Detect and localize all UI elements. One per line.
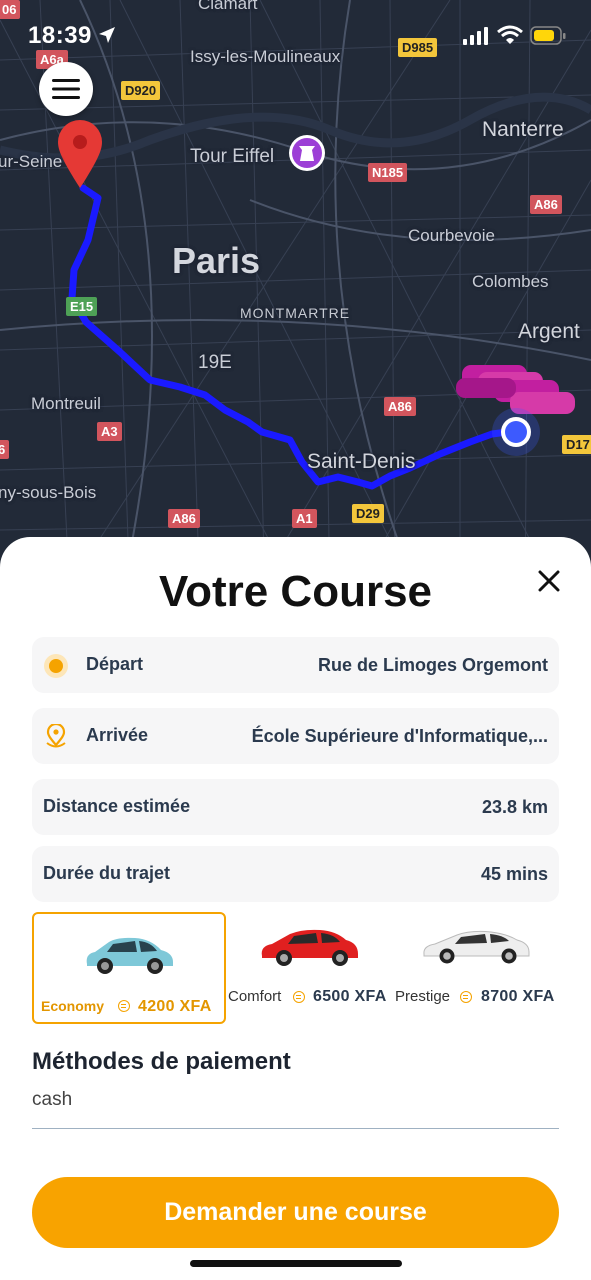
map-label-paris: Paris <box>172 240 261 281</box>
economy-car-icon <box>86 937 173 974</box>
road-shield: 6 <box>0 440 10 459</box>
road-shield: D29 <box>352 504 384 523</box>
map-view[interactable]: Clamart Issy-les-Moulineaux Nanterre Tou… <box>0 0 591 600</box>
payment-methods-title: Méthodes de paiement <box>32 1048 291 1075</box>
depart-label: Départ <box>86 654 144 674</box>
status-bar: 18:39 <box>0 0 591 70</box>
nearby-cars-icon <box>456 365 575 414</box>
close-button[interactable] <box>533 565 565 597</box>
map-label-bois: ny-sous-Bois <box>0 483 97 502</box>
wifi-icon <box>497 25 523 44</box>
payment-method-field[interactable]: cash <box>32 1085 559 1129</box>
duree-label: Durée du trajet <box>43 863 171 883</box>
distance-label: Distance estimée <box>43 796 191 816</box>
coin-icon <box>293 991 305 1003</box>
coin-icon <box>118 1000 130 1012</box>
origin-dot-icon <box>44 654 68 678</box>
road-shield: A86 <box>168 509 200 528</box>
distance-value: 23.8 km <box>481 797 548 817</box>
prestige-car-icon <box>423 930 530 964</box>
map-label-montreuil: Montreuil <box>31 394 101 413</box>
vehicle-price: 6500 XFA <box>313 988 387 1005</box>
map-label-tour-eiffel: Tour Eiffel <box>190 146 275 167</box>
vehicle-price: 4200 XFA <box>138 998 212 1015</box>
landmark-icon <box>289 135 325 171</box>
map-label-colombes: Colombes <box>472 272 549 291</box>
hamburger-menu-icon <box>52 79 80 99</box>
battery-icon <box>530 26 566 45</box>
status-time: 18:39 <box>28 22 92 49</box>
arrivee-value: École Supérieure d'Informatique,... <box>251 726 548 746</box>
vehicle-option-comfort[interactable]: Comfort 6500 XFA <box>228 912 396 1024</box>
road-shield: D17 <box>562 435 591 454</box>
destination-pin-icon <box>46 724 66 748</box>
duree-value: 45 mins <box>480 864 548 884</box>
arrivee-row[interactable]: Arrivée École Supérieure d'Informatique,… <box>32 708 559 764</box>
location-arrow-icon <box>99 27 115 43</box>
duree-row: Durée du trajet 45 mins <box>32 846 559 902</box>
arrivee-label: Arrivée <box>86 725 149 745</box>
map-label-courbevoie: Courbevoie <box>408 226 495 245</box>
ride-summary-sheet: Votre Course Départ Rue de Limoges Orgem… <box>0 537 591 1280</box>
menu-button[interactable] <box>39 62 93 116</box>
road-shield: A86 <box>530 195 562 214</box>
map-label-district: 19E <box>198 352 232 373</box>
map-label-saint-denis: Saint-Denis <box>307 450 416 473</box>
map-label-argent: Argent <box>518 320 580 343</box>
vehicle-option-economy[interactable]: Economy 4200 XFA <box>32 912 226 1024</box>
road-shield: E15 <box>66 297 98 316</box>
sheet-title: Votre Course <box>158 567 433 616</box>
road-shield: A86 <box>384 397 416 416</box>
vehicle-name: Prestige <box>395 988 451 1005</box>
request-ride-button[interactable]: Demander une course <box>32 1177 559 1248</box>
depart-value: Rue de Limoges Orgemont <box>317 655 548 675</box>
road-shield: A1 <box>292 509 317 528</box>
distance-row: Distance estimée 23.8 km <box>32 779 559 835</box>
current-location-icon <box>492 408 540 456</box>
vehicle-name: Comfort <box>228 988 282 1005</box>
road-shield: N185 <box>368 163 408 182</box>
map-label-seine: ur-Seine <box>0 152 63 171</box>
map-label-montmartre: MONTMARTRE <box>240 305 351 321</box>
comfort-car-icon <box>261 929 358 966</box>
cellular-signal-icon <box>463 27 488 45</box>
vehicle-option-prestige[interactable]: Prestige 8700 XFA <box>395 912 565 1024</box>
coin-icon <box>460 991 472 1003</box>
depart-row[interactable]: Départ Rue de Limoges Orgemont <box>32 637 559 693</box>
vehicle-price: 8700 XFA <box>481 988 555 1005</box>
road-shield: D920 <box>121 81 161 100</box>
home-indicator <box>190 1260 402 1267</box>
vehicle-name: Economy <box>41 998 105 1014</box>
road-shield: A3 <box>97 422 122 441</box>
close-icon <box>538 570 560 592</box>
map-label-nanterre: Nanterre <box>482 118 564 141</box>
destination-pin-icon <box>58 120 102 188</box>
